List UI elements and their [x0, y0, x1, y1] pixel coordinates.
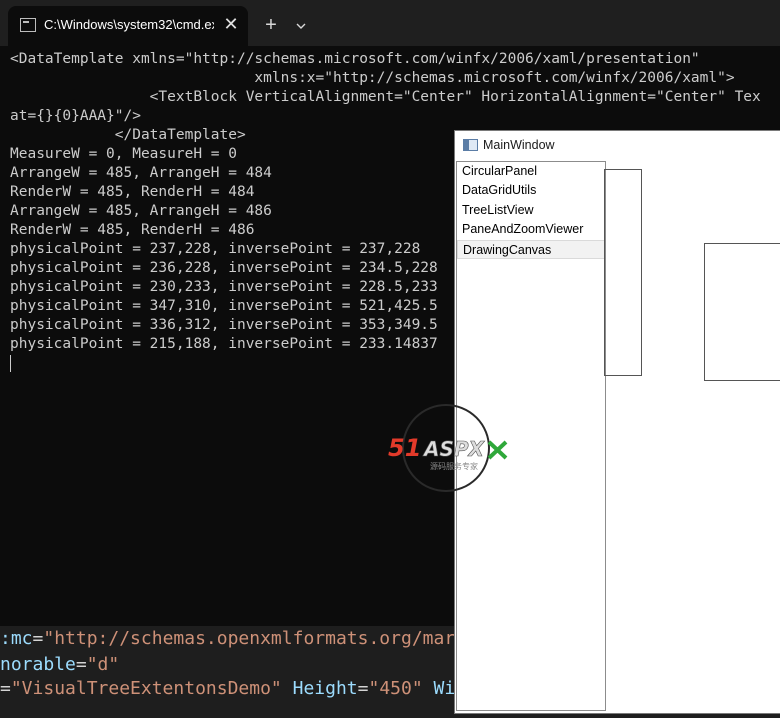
logo-tagline: 源码服务专家	[430, 461, 478, 471]
list-item-drawing-canvas[interactable]: DrawingCanvas	[457, 239, 605, 259]
terminal-line: <TextBlock VerticalAlignment="Center" Ho…	[10, 89, 761, 105]
logo-text: ASPX	[422, 437, 486, 461]
editor-line-1: :mc="http://schemas.openxmlformats.org/m…	[0, 628, 456, 649]
logo-number: 51	[388, 434, 421, 462]
new-tab-button[interactable]: +	[258, 13, 284, 39]
list-item-treelistview[interactable]: TreeListView	[457, 201, 605, 220]
list-item-pane-and-zoom-viewer[interactable]: PaneAndZoomViewer	[457, 220, 605, 239]
terminal-line: <DataTemplate xmlns="http://schemas.micr…	[10, 51, 700, 67]
terminal-tab-bar: C:\Windows\system32\cmd.exe ✕ +	[0, 0, 780, 46]
editor-line-3: ="VisualTreeExtentonsDemo" Height="450" …	[0, 678, 456, 699]
tab-title: C:\Windows\system32\cmd.exe	[44, 17, 214, 32]
list-item-circular-panel[interactable]: CircularPanel	[457, 162, 605, 181]
canvas-rectangle[interactable]	[704, 243, 780, 381]
chevron-down-icon[interactable]	[290, 13, 312, 39]
cmd-icon	[20, 18, 36, 32]
editor-line-2: norable="d"	[0, 654, 120, 675]
close-icon[interactable]: ✕	[220, 13, 242, 35]
main-window-titlebar[interactable]: MainWindow	[455, 131, 780, 161]
terminal-tab[interactable]: C:\Windows\system32\cmd.exe ✕	[8, 6, 248, 46]
watermark-logo: 51 ASPX 源码服务专家	[386, 402, 512, 494]
drawing-canvas[interactable]	[604, 161, 780, 709]
text-cursor	[10, 354, 11, 372]
terminal-line: xmlns:x="http://schemas.microsoft.com/wi…	[10, 70, 735, 86]
window-icon	[463, 139, 478, 151]
list-item-datagrid-utils[interactable]: DataGridUtils	[457, 181, 605, 200]
main-window-title: MainWindow	[483, 138, 555, 152]
terminal-line: at={}{0}AAA}"/>	[10, 108, 141, 124]
canvas-rectangle[interactable]	[604, 169, 642, 376]
